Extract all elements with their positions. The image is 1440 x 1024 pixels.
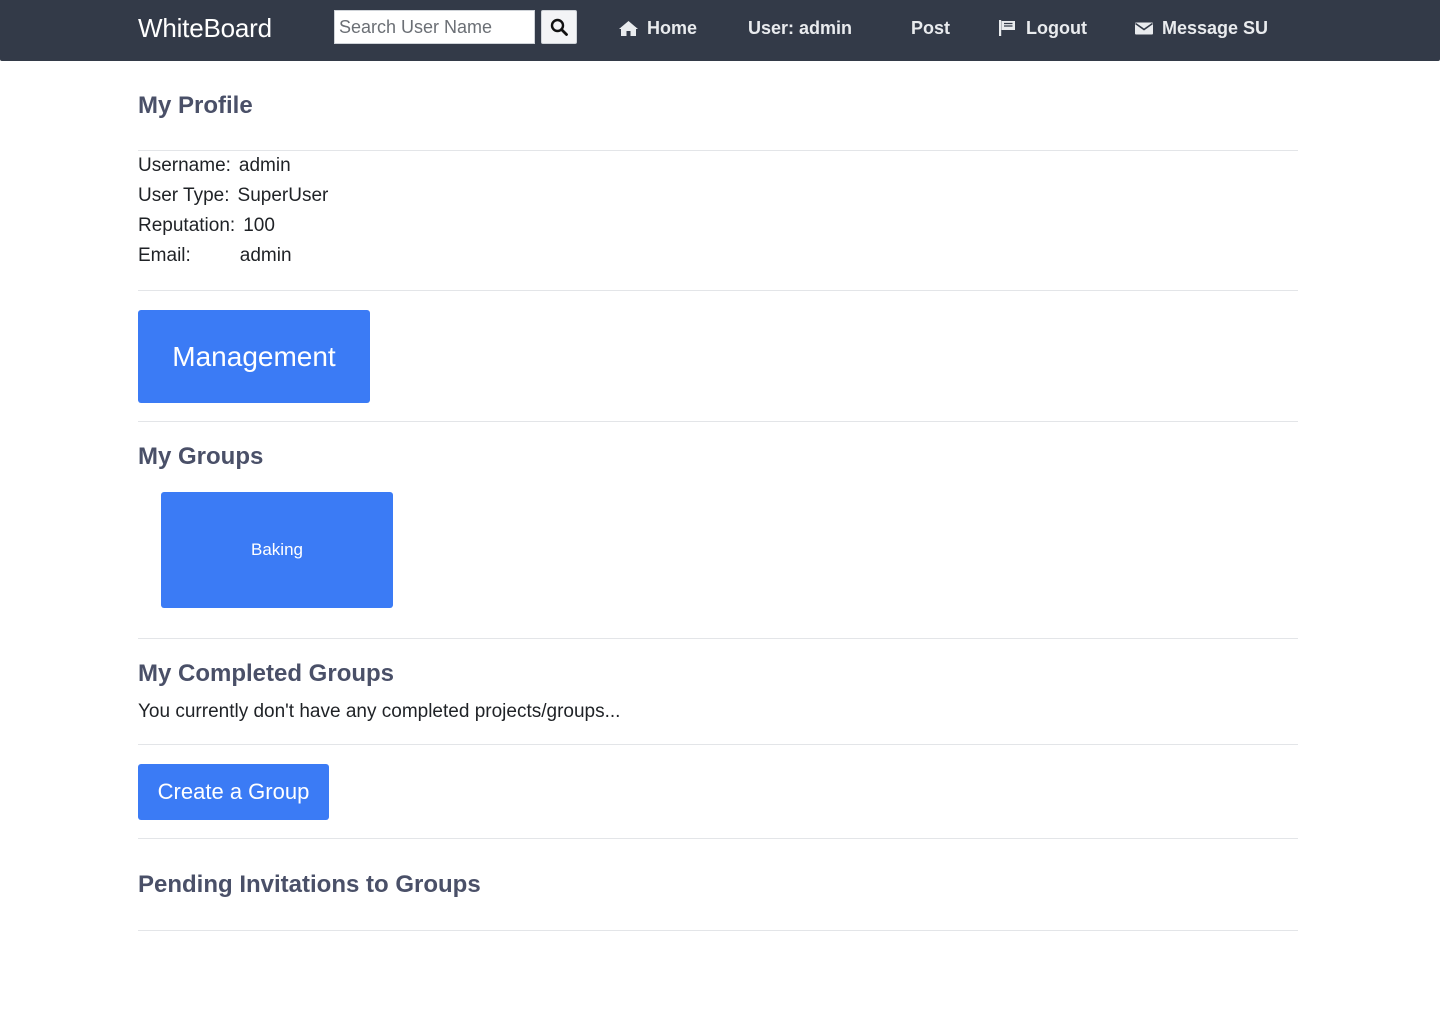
profile-section-title: My Profile: [138, 92, 253, 119]
divider: [138, 421, 1298, 422]
home-icon: [619, 20, 638, 36]
username-label: Username:: [138, 155, 231, 176]
nav-post-label: Post: [911, 17, 951, 38]
email-value: admin: [239, 245, 292, 266]
search-button[interactable]: [541, 10, 577, 44]
user-type-label: User Type:: [138, 185, 230, 206]
email-label: Email:: [138, 245, 191, 266]
nav-message-su-label: Message SU: [1162, 17, 1269, 38]
profile-email-row: Email: admin: [138, 244, 292, 268]
nav-user-label: User: admin: [748, 17, 853, 38]
flag-icon: [999, 20, 1015, 36]
completed-groups-section-title: My Completed Groups: [138, 660, 395, 687]
nav-logout-label: Logout: [1026, 17, 1087, 38]
username-value: admin: [238, 155, 291, 176]
envelope-icon: [1135, 22, 1153, 34]
top-navbar: WhiteBoard Home User: admin Post Logout …: [0, 0, 1440, 61]
nav-home-label: Home: [647, 17, 698, 38]
brand-logo[interactable]: WhiteBoard: [138, 13, 272, 43]
nav-user-link[interactable]: User: admin: [748, 14, 852, 42]
reputation-value: 100: [243, 215, 275, 236]
divider: [138, 838, 1298, 839]
divider: [138, 744, 1298, 745]
management-button[interactable]: Management: [138, 310, 370, 403]
completed-groups-empty-message: You currently don't have any completed p…: [138, 701, 621, 722]
profile-user-type-row: User Type: SuperUser: [138, 184, 328, 208]
search-input[interactable]: [334, 10, 535, 44]
profile-username-row: Username: admin: [138, 154, 291, 178]
group-card-baking[interactable]: Baking: [161, 492, 393, 608]
divider: [138, 290, 1298, 291]
user-type-value: SuperUser: [237, 185, 329, 206]
divider: [138, 930, 1298, 931]
nav-home-link[interactable]: Home: [618, 14, 697, 42]
groups-section-title: My Groups: [138, 443, 264, 470]
nav-message-su-link[interactable]: Message SU: [1134, 14, 1268, 42]
profile-reputation-row: Reputation: 100: [138, 214, 275, 238]
divider: [138, 638, 1298, 639]
search-icon: [550, 18, 568, 36]
pending-invitations-section-title: Pending Invitations to Groups: [138, 871, 481, 898]
create-group-button[interactable]: Create a Group: [138, 764, 329, 820]
nav-logout-link[interactable]: Logout: [998, 14, 1087, 42]
divider: [138, 150, 1298, 151]
reputation-label: Reputation:: [138, 215, 236, 236]
nav-post-link[interactable]: Post: [911, 14, 950, 42]
